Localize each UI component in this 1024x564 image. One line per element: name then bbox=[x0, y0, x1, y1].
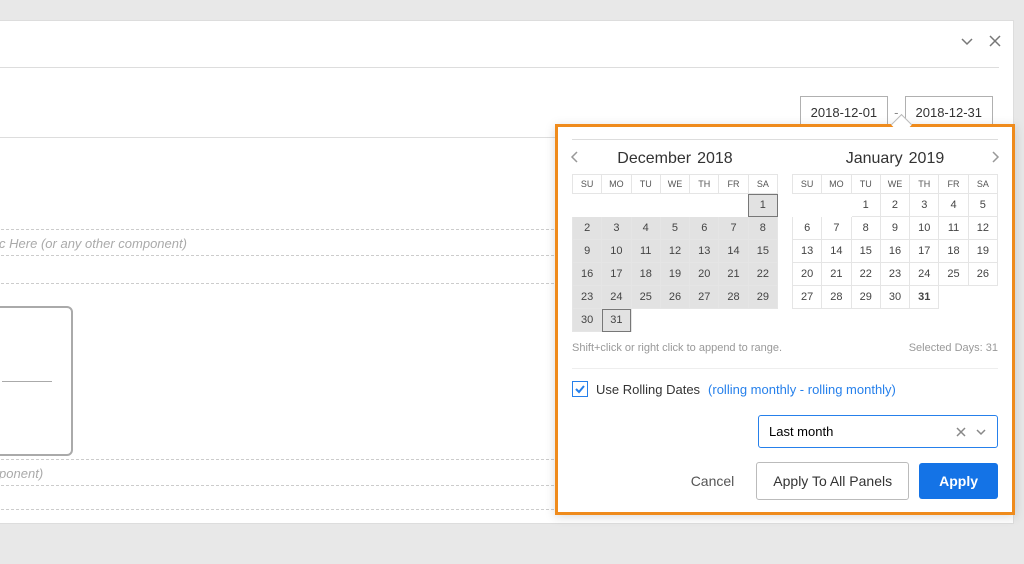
day-cell[interactable]: 9 bbox=[880, 217, 909, 240]
day-cell[interactable]: 6 bbox=[793, 217, 822, 240]
day-cell[interactable]: 20 bbox=[793, 263, 822, 286]
day-cell[interactable]: 26 bbox=[968, 263, 997, 286]
day-cell[interactable]: 26 bbox=[660, 286, 689, 309]
day-cell[interactable]: 3 bbox=[602, 217, 631, 240]
day-cell[interactable]: 12 bbox=[660, 240, 689, 263]
close-icon[interactable] bbox=[987, 33, 1003, 49]
clear-icon[interactable] bbox=[955, 426, 967, 438]
day-cell[interactable]: 17 bbox=[602, 263, 631, 286]
preset-value: Last month bbox=[769, 424, 833, 439]
apply-button[interactable]: Apply bbox=[919, 463, 998, 499]
drop-component-hint: omponent) bbox=[0, 466, 43, 481]
day-cell[interactable]: 18 bbox=[631, 263, 660, 286]
day-cell[interactable]: 23 bbox=[880, 263, 909, 286]
day-cell[interactable]: 7 bbox=[822, 217, 851, 240]
day-cell[interactable]: 24 bbox=[910, 263, 939, 286]
day-cell[interactable]: 28 bbox=[719, 286, 748, 309]
shift-click-hint: Shift+click or right click to append to … bbox=[572, 342, 782, 354]
day-cell[interactable]: 9 bbox=[573, 240, 602, 263]
action-buttons: Cancel Apply To All Panels Apply bbox=[572, 462, 998, 500]
day-cell[interactable]: 19 bbox=[660, 263, 689, 286]
calendar-container: December2018 SUMOTUWETHFRSA 1 2345678 91… bbox=[572, 150, 998, 332]
day-cell[interactable]: 2 bbox=[573, 217, 602, 240]
panel-header bbox=[0, 21, 1013, 61]
month-title-1: December2018 bbox=[572, 150, 778, 168]
day-cell[interactable]: 27 bbox=[793, 286, 822, 309]
day-cell[interactable]: 3 bbox=[910, 194, 939, 217]
next-month-icon[interactable] bbox=[988, 150, 1002, 164]
day-cell[interactable]: 4 bbox=[631, 217, 660, 240]
month-title-2: January2019 bbox=[792, 150, 998, 168]
day-cell[interactable]: 21 bbox=[719, 263, 748, 286]
day-cell[interactable]: 15 bbox=[748, 240, 777, 263]
day-cell[interactable]: 27 bbox=[690, 286, 719, 309]
cell-divider bbox=[2, 381, 52, 382]
rolling-description: (rolling monthly - rolling monthly) bbox=[708, 382, 896, 397]
day-cell[interactable]: 10 bbox=[910, 217, 939, 240]
day-cell[interactable]: 22 bbox=[851, 263, 880, 286]
day-cell[interactable]: 29 bbox=[851, 286, 880, 309]
day-cell[interactable]: 14 bbox=[822, 240, 851, 263]
calendar-hints: Shift+click or right click to append to … bbox=[572, 342, 998, 354]
day-cell[interactable]: 13 bbox=[793, 240, 822, 263]
selected-days-hint: Selected Days: 31 bbox=[909, 342, 998, 354]
day-cell[interactable]: 8 bbox=[748, 217, 777, 240]
check-icon bbox=[574, 383, 586, 395]
day-cell[interactable]: 5 bbox=[660, 217, 689, 240]
apply-all-button[interactable]: Apply To All Panels bbox=[756, 462, 909, 500]
day-cell[interactable]: 2 bbox=[880, 194, 909, 217]
day-cell[interactable]: 8 bbox=[851, 217, 880, 240]
day-cell[interactable]: 14 bbox=[719, 240, 748, 263]
chevron-down-icon[interactable] bbox=[975, 426, 987, 438]
drop-metric-hint: etric Here (or any other component) bbox=[0, 236, 187, 251]
day-cell[interactable]: 30 bbox=[880, 286, 909, 309]
day-cell[interactable]: 25 bbox=[939, 263, 968, 286]
date-picker-popover: December2018 SUMOTUWETHFRSA 1 2345678 91… bbox=[555, 124, 1015, 515]
preset-dropdown[interactable]: Last month bbox=[758, 415, 998, 448]
day-cell[interactable]: 6 bbox=[690, 217, 719, 240]
day-cell[interactable]: 18 bbox=[939, 240, 968, 263]
calendar-grid-1: SUMOTUWETHFRSA 1 2345678 9101112131415 1… bbox=[572, 174, 778, 332]
day-cell[interactable]: 12 bbox=[968, 217, 997, 240]
day-cell[interactable]: 17 bbox=[910, 240, 939, 263]
rolling-checkbox[interactable] bbox=[572, 381, 588, 397]
day-cell[interactable]: 1 bbox=[851, 194, 880, 217]
day-cell[interactable]: 19 bbox=[968, 240, 997, 263]
rolling-label: Use Rolling Dates bbox=[596, 382, 700, 397]
day-cell[interactable]: 16 bbox=[573, 263, 602, 286]
day-cell[interactable]: 22 bbox=[748, 263, 777, 286]
day-cell[interactable]: 21 bbox=[822, 263, 851, 286]
day-cell[interactable]: 13 bbox=[690, 240, 719, 263]
day-cell[interactable]: 5 bbox=[968, 194, 997, 217]
calendar-december: December2018 SUMOTUWETHFRSA 1 2345678 91… bbox=[572, 150, 778, 332]
day-cell[interactable]: 7 bbox=[719, 217, 748, 240]
day-cell[interactable]: 25 bbox=[631, 286, 660, 309]
day-cell[interactable]: 11 bbox=[939, 217, 968, 240]
day-cell[interactable]: 23 bbox=[573, 286, 602, 309]
day-cell[interactable]: 30 bbox=[573, 309, 602, 332]
day-cell[interactable]: 15 bbox=[851, 240, 880, 263]
day-cell[interactable]: 16 bbox=[880, 240, 909, 263]
day-cell[interactable]: 11 bbox=[631, 240, 660, 263]
day-cell[interactable]: 1 bbox=[748, 194, 777, 217]
calendar-grid-2: SUMOTUWETHFRSA 12345 6789101112 13141516… bbox=[792, 174, 998, 309]
day-cell[interactable]: 28 bbox=[822, 286, 851, 309]
day-cell[interactable]: 4 bbox=[939, 194, 968, 217]
day-cell[interactable]: 24 bbox=[602, 286, 631, 309]
day-cell[interactable]: 10 bbox=[602, 240, 631, 263]
day-cell[interactable]: 29 bbox=[748, 286, 777, 309]
chevron-down-icon[interactable] bbox=[959, 33, 975, 49]
cancel-button[interactable]: Cancel bbox=[679, 463, 747, 499]
table-header-cell[interactable] bbox=[0, 306, 73, 456]
day-cell[interactable]: 31 bbox=[910, 286, 939, 309]
rolling-dates-row: Use Rolling Dates (rolling monthly - rol… bbox=[572, 368, 998, 397]
day-cell[interactable]: 20 bbox=[690, 263, 719, 286]
day-cell[interactable]: 31 bbox=[602, 309, 631, 332]
prev-month-icon[interactable] bbox=[568, 150, 582, 164]
calendar-january: January2019 SUMOTUWETHFRSA 12345 6789101… bbox=[792, 150, 998, 332]
